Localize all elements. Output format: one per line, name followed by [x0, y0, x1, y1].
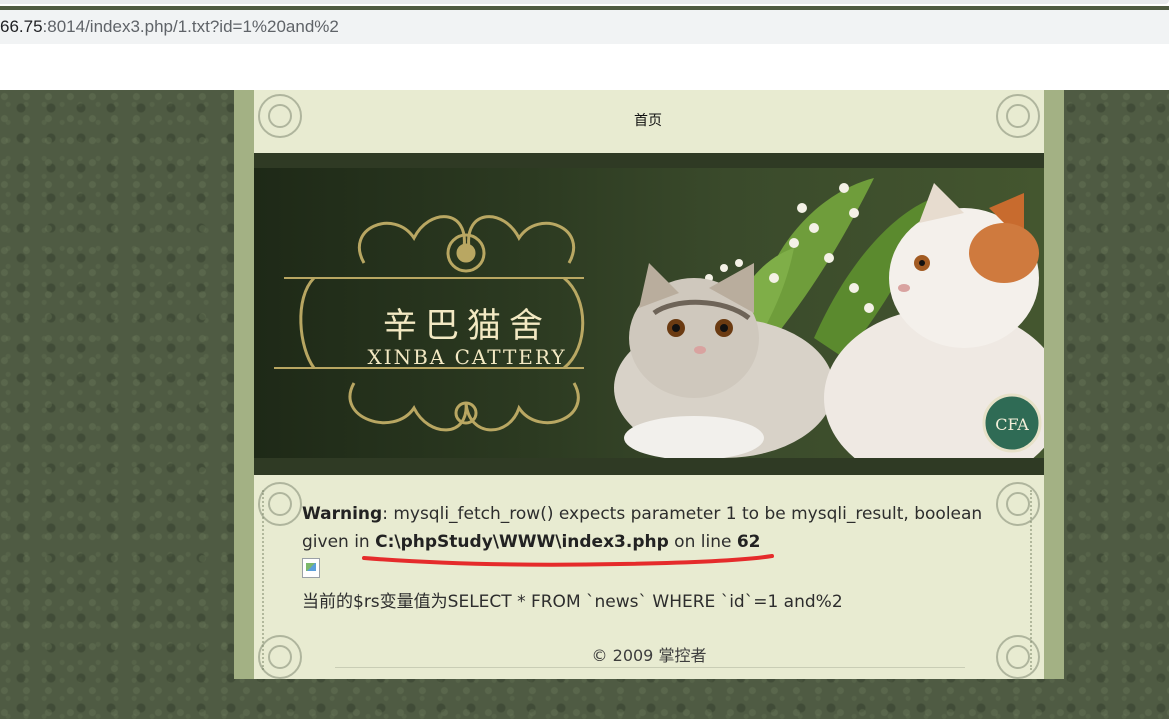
warning-text-part2: on line: [668, 532, 737, 552]
red-annotation-underline: [362, 554, 774, 567]
url-path: :8014/index3.php/1.txt?id=1%20and%2: [42, 17, 339, 36]
browser-tab-strip: [0, 0, 1169, 6]
warning-label: Warning: [302, 504, 383, 524]
corner-ornament-top-right: [996, 94, 1040, 138]
browser-toolbar-area: [0, 44, 1169, 90]
cfa-badge-icon: CFA: [982, 393, 1042, 453]
banner-border-top: [254, 153, 1044, 168]
header-banner: CFA 辛巴猫舍 XINBA CATTERY: [254, 153, 1044, 475]
corner-ornament-top-left: [258, 94, 302, 138]
broken-image-icon: [302, 558, 320, 578]
badge-label: CFA: [995, 415, 1029, 434]
address-bar[interactable]: 66.75:8014/index3.php/1.txt?id=1%20and%2: [0, 10, 1169, 44]
logo-chinese-title: 辛巴猫舍: [383, 306, 551, 346]
footer-copyright: © 2009 掌控者: [591, 646, 707, 665]
url-host: 66.75: [0, 17, 43, 36]
nav-link-home[interactable]: 首页: [634, 110, 662, 130]
logo-english-title: XINBA CATTERY: [367, 345, 567, 369]
footer-divider: [335, 667, 965, 668]
warning-file-path: C:\phpStudy\WWW\index3.php: [375, 532, 669, 552]
php-warning-message: Warning: mysqli_fetch_row() expects para…: [302, 500, 1002, 556]
warning-line-number: 62: [736, 532, 761, 552]
banner-border-bottom: [254, 458, 1044, 475]
banner-image: CFA 辛巴猫舍 XINBA CATTERY: [254, 168, 1044, 458]
sql-debug-output: 当前的$rs变量值为SELECT * FROM `news` WHERE `id…: [302, 592, 843, 612]
